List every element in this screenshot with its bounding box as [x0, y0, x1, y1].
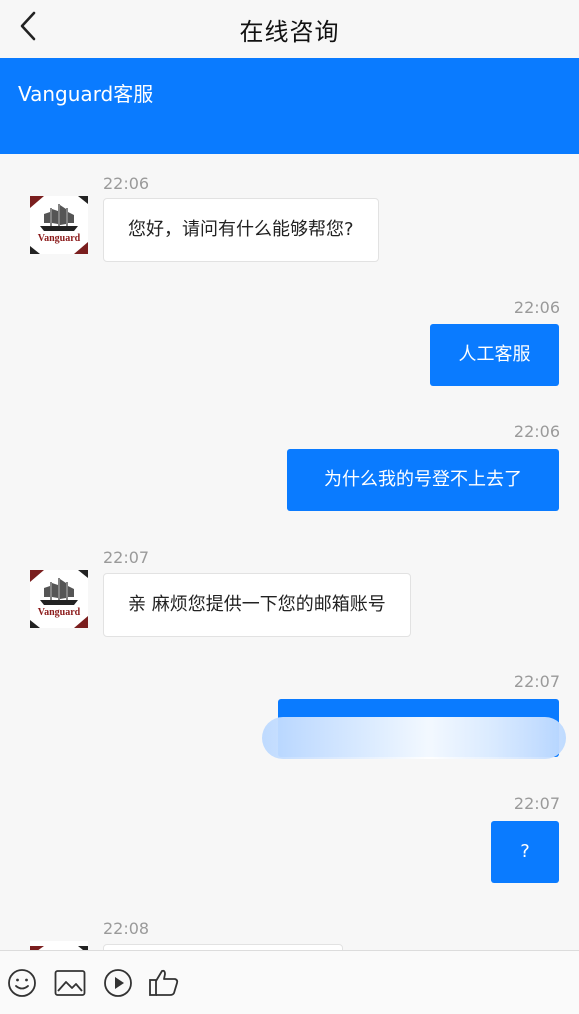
smile-icon — [8, 968, 36, 997]
message-time: 22:08 — [103, 919, 150, 938]
message-time: 22:07 — [103, 548, 150, 567]
message-time: 22:07 — [513, 794, 560, 813]
message-time: 22:06 — [513, 422, 560, 441]
emoji-button[interactable] — [6, 967, 38, 999]
service-banner: Vanguard客服 — [0, 58, 579, 154]
page-title: 在线咨询 — [239, 17, 340, 46]
outgoing-bubble: 为什么我的号登不上去了 — [287, 449, 559, 511]
chat-message: 22:07 — [0, 672, 579, 762]
image-icon — [54, 969, 86, 996]
top-nav: 在线咨询 — [0, 0, 579, 58]
incoming-bubble: 亲 麻烦您提供一下您的邮箱账号 — [103, 573, 411, 637]
chat-message: 22:08 — [0, 919, 579, 950]
chat-area[interactable]: 22:06 Vanguard 您好，请问有什么能够帮您? 22:06 人工客服 — [0, 154, 579, 950]
redacted-email-bubble — [262, 699, 566, 759]
chat-message: 22:06 为什么我的号登不上去了 — [0, 422, 579, 512]
redaction-blur — [262, 717, 566, 759]
agent-avatar[interactable] — [30, 941, 88, 950]
agent-avatar[interactable]: Vanguard — [30, 196, 88, 254]
message-time: 22:06 — [513, 298, 560, 317]
bottom-toolbar — [0, 950, 579, 1014]
outgoing-bubble: ? — [491, 821, 559, 883]
vanguard-logo-icon: Vanguard — [30, 196, 88, 254]
message-text: 为什么我的号登不上去了 — [324, 469, 522, 490]
message-text: 人工客服 — [458, 344, 531, 365]
message-time: 22:06 — [103, 174, 150, 193]
message-time: 22:07 — [513, 672, 560, 691]
thumbs-up-icon — [149, 969, 179, 996]
incoming-bubble: 您好，请问有什么能够帮您? — [103, 198, 379, 262]
chat-message: 22:07 Vanguard 亲 麻烦您提供一下您的邮箱账号 — [0, 548, 579, 648]
message-text: 亲 麻烦您提供一下您的邮箱账号 — [128, 594, 386, 615]
agent-avatar[interactable]: Vanguard — [30, 570, 88, 628]
video-button[interactable] — [102, 967, 134, 999]
banner-title: Vanguard客服 — [18, 82, 154, 106]
vanguard-logo-icon: Vanguard — [30, 570, 88, 628]
back-button[interactable] — [8, 6, 48, 46]
image-button[interactable] — [52, 967, 88, 999]
chat-message: 22:06 人工客服 — [0, 298, 579, 388]
message-text: 您好，请问有什么能够帮您? — [128, 219, 354, 240]
chevron-left-icon — [20, 11, 36, 41]
logo-text: Vanguard — [38, 607, 81, 618]
message-text: ? — [520, 841, 530, 862]
chat-message: 22:06 Vanguard 您好，请问有什么能够帮您? — [0, 174, 579, 274]
logo-text: Vanguard — [38, 233, 81, 244]
chat-message: 22:07 ? — [0, 794, 579, 884]
outgoing-bubble: 人工客服 — [430, 324, 559, 386]
play-icon — [104, 968, 132, 997]
like-button[interactable] — [148, 967, 180, 999]
